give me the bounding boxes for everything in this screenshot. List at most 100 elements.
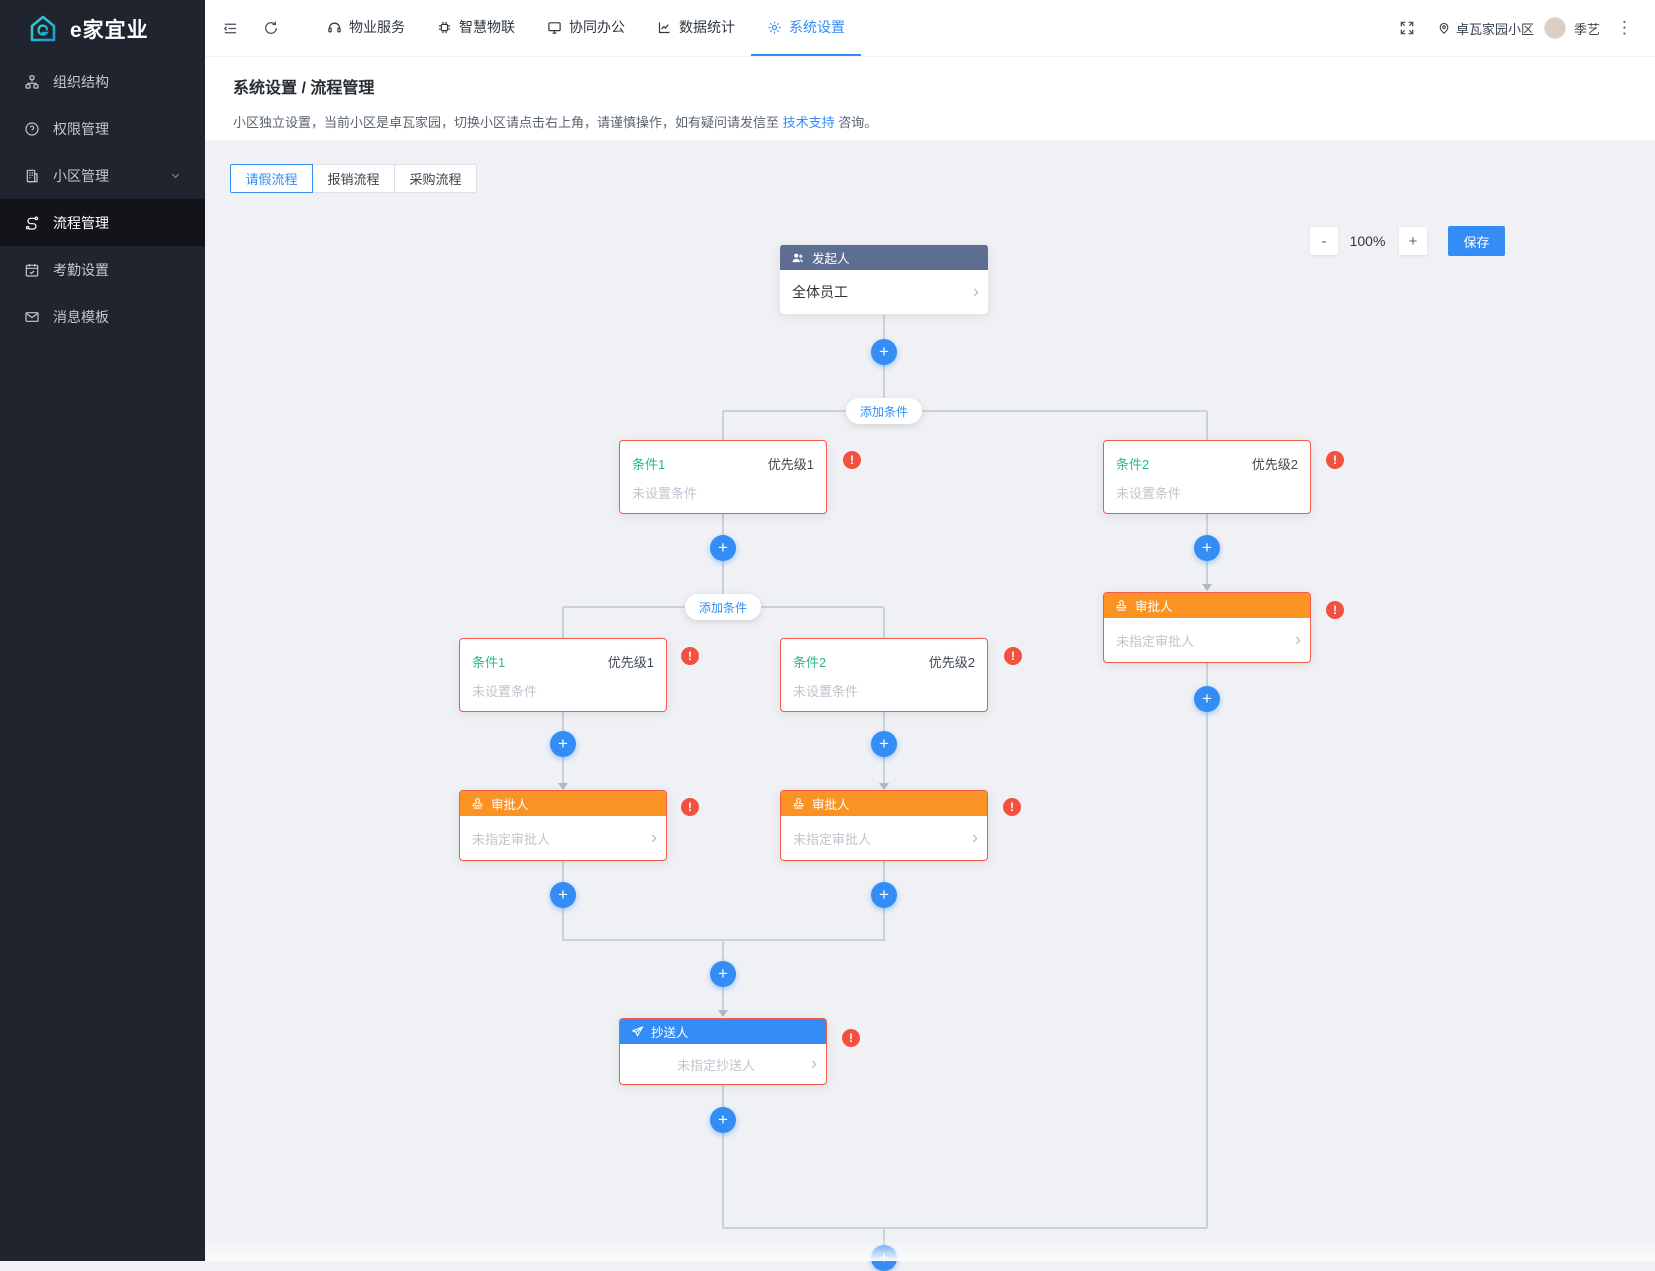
people-icon <box>791 251 805 265</box>
more-options-icon[interactable]: ⋮ <box>1610 18 1639 38</box>
sidebar-item-workflow[interactable]: 流程管理 <box>0 199 205 246</box>
sidebar-item-permission[interactable]: 权限管理 <box>0 105 205 152</box>
condition-priority: 优先级1 <box>608 652 654 671</box>
property-service-icon <box>327 20 342 35</box>
approver-header-label: 审批人 <box>1135 596 1173 615</box>
add-condition-button[interactable]: 添加条件 <box>846 398 922 424</box>
arrowhead-icon <box>879 783 889 790</box>
tech-support-link[interactable]: 技术支持 <box>783 115 835 130</box>
approver-node-body: 未指定审批人 › <box>460 816 666 860</box>
add-node-button[interactable]: + <box>710 961 736 987</box>
community-switcher[interactable]: 卓瓦家园小区 <box>1437 19 1534 38</box>
user-menu[interactable]: 季艺 <box>1544 17 1600 39</box>
condition-node[interactable]: 条件2 优先级2 未设置条件 <box>780 638 988 712</box>
nav-item-label: 物业服务 <box>349 17 405 37</box>
attendance-icon <box>24 262 40 278</box>
breadcrumb-title: 系统设置 / 流程管理 <box>233 74 877 98</box>
sidebar-item-label: 消息模板 <box>53 307 109 327</box>
smart-iot-icon <box>437 20 452 35</box>
approver-node-header: 审批人 <box>1104 593 1310 618</box>
save-button[interactable]: 保存 <box>1448 226 1505 256</box>
page-subtitle: 小区独立设置，当前小区是卓瓦家园，切换小区请点击右上角，请谨慎操作，如有疑问请发… <box>233 112 877 131</box>
nav-item-property-service[interactable]: 物业服务 <box>311 0 421 56</box>
add-node-button[interactable]: + <box>871 339 897 365</box>
nav-item-collaboration[interactable]: 协同办公 <box>531 0 641 56</box>
connector-line <box>562 607 564 639</box>
sidebar-item-attendance[interactable]: 考勤设置 <box>0 246 205 293</box>
error-badge: ! <box>1003 798 1021 816</box>
cc-placeholder: 未指定抄送人 <box>677 1055 755 1074</box>
tab-reimburse-flow[interactable]: 报销流程 <box>312 164 395 193</box>
add-node-button[interactable]: + <box>710 1107 736 1133</box>
initiator-node[interactable]: 发起人 全体员工 › <box>780 245 988 314</box>
approver-node[interactable]: 审批人 未指定审批人 › <box>780 790 988 861</box>
collaboration-icon <box>547 20 562 35</box>
refresh-button[interactable] <box>251 0 291 56</box>
condition-placeholder: 未设置条件 <box>781 671 987 714</box>
sidebar-item-label: 小区管理 <box>53 166 109 186</box>
condition-node[interactable]: 条件2 优先级2 未设置条件 <box>1103 440 1311 514</box>
condition-node[interactable]: 条件1 优先级1 未设置条件 <box>459 638 667 712</box>
collapse-sidebar-button[interactable] <box>205 0 251 56</box>
add-node-button[interactable]: + <box>871 882 897 908</box>
condition-node[interactable]: 条件1 优先级1 未设置条件 <box>619 440 827 514</box>
subtitle-text: 小区独立设置，当前小区是卓瓦家园，切换小区请点击右上角，请谨慎操作，如有疑问请发… <box>233 115 783 130</box>
sidebar-item-org-structure[interactable]: 组织结构 <box>0 58 205 105</box>
add-node-button[interactable]: + <box>550 731 576 757</box>
avatar <box>1544 17 1566 39</box>
connector-line <box>883 607 885 639</box>
approver-placeholder: 未指定审批人 <box>793 829 871 848</box>
nav-item-statistics[interactable]: 数据统计 <box>641 0 751 56</box>
approver-node[interactable]: 审批人 未指定审批人 › <box>459 790 667 861</box>
approver-node-body: 未指定审批人 › <box>1104 618 1310 662</box>
cc-node-header: 抄送人 <box>620 1019 826 1044</box>
add-node-button[interactable]: + <box>1194 535 1220 561</box>
error-badge: ! <box>1326 601 1344 619</box>
add-node-button[interactable]: + <box>1194 686 1220 712</box>
chevron-down-icon <box>170 170 181 181</box>
sidebar-item-community[interactable]: 小区管理 <box>0 152 205 199</box>
approver-header-label: 审批人 <box>812 794 850 813</box>
sidebar-item-label: 权限管理 <box>53 119 109 139</box>
add-node-button[interactable]: + <box>871 731 897 757</box>
condition-placeholder: 未设置条件 <box>460 671 666 714</box>
nav-item-smart-iot[interactable]: 智慧物联 <box>421 0 531 56</box>
zoom-out-button[interactable]: - <box>1310 227 1338 255</box>
approver-placeholder: 未指定审批人 <box>1116 631 1194 650</box>
community-icon <box>24 168 40 184</box>
condition-title: 条件2 <box>793 652 826 671</box>
zoom-in-button[interactable]: + <box>1399 227 1427 255</box>
app-logo[interactable]: e家宜业 <box>0 0 205 58</box>
sidebar-item-label: 组织结构 <box>53 72 109 92</box>
condition-placeholder: 未设置条件 <box>620 473 826 516</box>
chevron-right-icon: › <box>973 283 979 301</box>
arrowhead-icon <box>558 783 568 790</box>
chevron-right-icon: › <box>651 829 657 847</box>
workflow-icon <box>24 215 40 231</box>
top-nav-items: 物业服务 智慧物联 协同办公 数据统计 <box>311 0 861 56</box>
chevron-right-icon: › <box>972 829 978 847</box>
add-node-button[interactable]: + <box>710 535 736 561</box>
add-condition-button[interactable]: 添加条件 <box>685 594 761 620</box>
stamp-icon <box>471 797 484 810</box>
tab-purchase-flow[interactable]: 采购流程 <box>394 164 477 193</box>
approver-node[interactable]: 审批人 未指定审批人 › <box>1103 592 1311 663</box>
zoom-level: 100% <box>1337 227 1398 255</box>
message-template-icon <box>24 309 40 325</box>
nav-item-settings[interactable]: 系统设置 <box>751 0 861 56</box>
approver-node-header: 审批人 <box>781 791 987 816</box>
condition-priority: 优先级1 <box>768 454 814 473</box>
error-badge: ! <box>842 1029 860 1047</box>
stamp-icon <box>1115 599 1128 612</box>
tab-leave-flow[interactable]: 请假流程 <box>230 164 313 193</box>
initiator-node-body: 全体员工 › <box>780 270 988 314</box>
cc-node[interactable]: 抄送人 未指定抄送人 › <box>619 1018 827 1085</box>
add-node-button[interactable]: + <box>550 882 576 908</box>
fullscreen-icon[interactable] <box>1382 20 1427 36</box>
approver-placeholder: 未指定审批人 <box>472 829 550 848</box>
sidebar-item-message-template[interactable]: 消息模板 <box>0 293 205 340</box>
cc-node-body: 未指定抄送人 › <box>620 1044 826 1084</box>
connector-line <box>1206 662 1208 1228</box>
nav-item-label: 智慧物联 <box>459 17 515 37</box>
org-structure-icon <box>24 74 40 90</box>
